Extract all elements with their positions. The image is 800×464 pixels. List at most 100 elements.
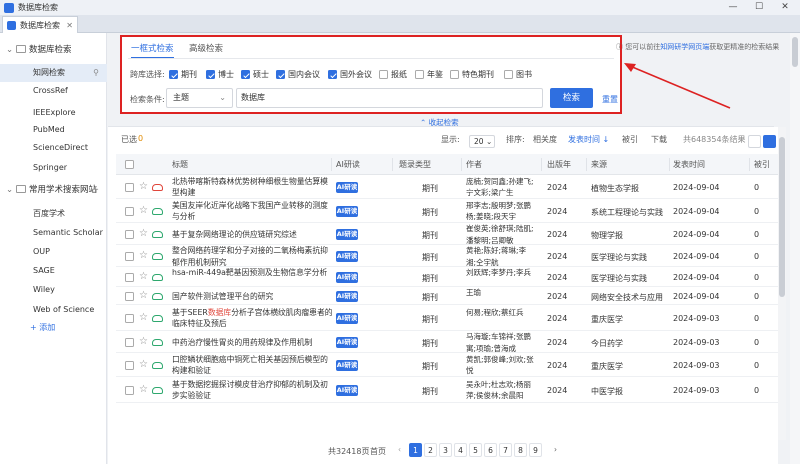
row-title[interactable]: 基于数据挖掘探讨模皮苷治疗抑郁的机制及初步实验验证 <box>172 379 335 402</box>
row-authors[interactable]: 黄艳;陈好;蒋琳;李湘;仝宇航 <box>466 245 536 267</box>
source-checkbox-journal[interactable]: 期刊 <box>169 69 197 80</box>
col-cited[interactable]: 被引 <box>754 154 770 175</box>
row-authors[interactable]: 吴永叶;杜志欢;杨丽萍;侯俊林;余晨阳 <box>466 379 536 405</box>
row-title[interactable]: 国产软件测试管理平台的研究 <box>172 291 335 303</box>
source-checkbox-domestic-conf[interactable]: 国内会议 <box>276 69 320 80</box>
page-button-3[interactable]: 3 <box>439 443 452 457</box>
ai-read-badge[interactable]: AI研读 <box>336 228 358 240</box>
star-icon[interactable]: ☆ <box>139 250 148 261</box>
row-checkbox[interactable] <box>125 251 134 261</box>
page-size-select[interactable]: 20 ⌄ <box>469 135 495 148</box>
row-checkbox[interactable] <box>125 313 134 323</box>
sidebar-item-springer[interactable]: Springer <box>0 159 107 177</box>
ai-read-badge[interactable]: AI研读 <box>336 205 358 217</box>
reset-button[interactable]: 重置 <box>602 94 618 105</box>
row-title[interactable]: 中药治疗慢性胃炎的用药规律及作用机制 <box>172 337 335 349</box>
sort-cited[interactable]: 被引 <box>622 134 638 145</box>
source-checkbox-special-journal[interactable]: 特色期刊 <box>450 69 494 80</box>
star-icon[interactable]: ☆ <box>139 181 148 192</box>
source-checkbox-phd[interactable]: 博士 <box>206 69 234 80</box>
row-title[interactable]: 美国友岸化近岸化战略下我国产业转移的测度与分析 <box>172 200 335 223</box>
cloud-download-icon[interactable] <box>152 361 163 369</box>
row-authors[interactable]: 黄凯;郭俊峰;刘欢;张悦 <box>466 354 536 378</box>
sidebar-section-sites[interactable]: ⌄ 常用学术搜索网站 + <box>0 181 107 199</box>
row-checkbox[interactable] <box>125 385 134 395</box>
cnki-web-link[interactable]: 知网研学网页端 <box>660 43 709 51</box>
star-icon[interactable]: ☆ <box>139 312 148 323</box>
cloud-download-icon[interactable] <box>152 292 163 300</box>
row-title[interactable]: 北热带喀斯特森林优势树种细根生物量估算模型构建 <box>172 176 335 199</box>
add-site-icon[interactable]: + <box>92 181 99 199</box>
row-source[interactable]: 医学理论与实践 <box>591 252 671 263</box>
window-scrollbar[interactable] <box>790 33 800 464</box>
ai-read-badge[interactable]: AI研读 <box>336 250 358 262</box>
close-button[interactable]: ✕ <box>772 0 798 15</box>
sidebar-item-crossref[interactable]: CrossRef <box>0 82 107 100</box>
cloud-download-icon[interactable] <box>152 338 163 346</box>
ai-read-badge[interactable]: AI研读 <box>336 359 358 371</box>
sidebar-item-semantic-scholar[interactable]: Semantic Scholar <box>0 224 107 242</box>
next-page-button[interactable]: › <box>549 443 562 457</box>
row-source[interactable]: 医学理论与实践 <box>591 273 671 284</box>
cloud-download-icon[interactable] <box>152 386 163 394</box>
sidebar-item-oup[interactable]: OUP <box>0 243 107 261</box>
maximize-button[interactable]: ☐ <box>746 0 772 15</box>
minimize-button[interactable]: — <box>720 0 746 15</box>
row-source[interactable]: 物理学报 <box>591 230 671 241</box>
select-all-checkbox[interactable] <box>125 160 134 169</box>
table-row[interactable]: ☆ 基于复杂网络理论的供应链研究综述 AI研读 期刊 崔俊英;徐舒琪;陆肌;潘黎明;吕卿… <box>116 223 778 245</box>
row-checkbox[interactable] <box>125 229 134 239</box>
row-source[interactable]: 重庆医学 <box>591 314 671 325</box>
table-row[interactable]: ☆ hsa-miR-449a靶基因预测及生物信息学分析 AI研读 期刊 刘跃辉;李梦丹;… <box>116 267 778 287</box>
scroll-thumb[interactable] <box>792 37 798 67</box>
sort-date[interactable]: 发表时间 ↓ <box>568 134 609 145</box>
add-site-button[interactable]: + 添加 <box>0 319 107 337</box>
sidebar-item-sciencedirect[interactable]: ScienceDirect <box>0 139 107 157</box>
ai-read-badge[interactable]: AI研读 <box>336 384 358 396</box>
first-page-button[interactable]: 首页 <box>370 446 386 457</box>
row-authors[interactable]: 王瑜 <box>466 287 536 305</box>
page-button-9[interactable]: 9 <box>529 443 542 457</box>
tab-database-search[interactable]: 数据库检索 ✕ <box>2 16 78 33</box>
row-authors[interactable]: 崔俊英;徐舒琪;陆肌;潘黎明;吕卿敏 <box>466 223 536 245</box>
star-icon[interactable]: ☆ <box>139 228 148 239</box>
page-button-5[interactable]: 5 <box>469 443 482 457</box>
sidebar-item-pubmed[interactable]: PubMed <box>0 121 107 139</box>
row-checkbox[interactable] <box>125 337 134 347</box>
table-row[interactable]: ☆ 北热带喀斯特森林优势树种细根生物量估算模型构建 AI研读 期刊 庞楠;贺同鑫;孙建飞… <box>116 175 778 199</box>
star-icon[interactable]: ☆ <box>139 290 148 301</box>
ai-read-badge[interactable]: AI研读 <box>336 181 358 193</box>
star-icon[interactable]: ☆ <box>139 384 148 395</box>
tab-simple-search[interactable]: 一框式检索 <box>131 42 174 59</box>
cloud-download-icon[interactable] <box>152 273 163 281</box>
tab-close-icon[interactable]: ✕ <box>66 21 73 30</box>
page-button-7[interactable]: 7 <box>499 443 512 457</box>
cloud-download-icon[interactable] <box>152 252 163 260</box>
table-row[interactable]: ☆ 中药治疗慢性胃炎的用药规律及作用机制 AI研读 期刊 马海璇;车锦祥;张鹏寓;项瑜;… <box>116 331 778 353</box>
row-source[interactable]: 植物生态学报 <box>591 183 671 194</box>
page-button-8[interactable]: 8 <box>514 443 527 457</box>
field-select[interactable]: 主题 ⌄ <box>166 88 233 108</box>
table-row[interactable]: ☆ 基于数据挖掘探讨模皮苷治疗抑郁的机制及初步实验验证 AI研读 期刊 吴永叶;杜志欢;… <box>116 377 778 403</box>
search-button[interactable]: 检索 <box>550 88 593 108</box>
filter-icon[interactable]: ⚲ <box>93 64 99 82</box>
page-button-6[interactable]: 6 <box>484 443 497 457</box>
row-checkbox[interactable] <box>125 182 134 192</box>
sidebar-item-web-of-science[interactable]: Web of Science <box>0 301 107 319</box>
tab-advanced-search[interactable]: 高级检索 <box>189 42 223 54</box>
page-button-2[interactable]: 2 <box>424 443 437 457</box>
row-title[interactable]: 整合网络药理学和分子对接的二氧杨梅素抗抑郁作用机制研究 <box>172 245 335 268</box>
table-row[interactable]: ☆ 整合网络药理学和分子对接的二氧杨梅素抗抑郁作用机制研究 AI研读 期刊 黄艳;陈好;… <box>116 245 778 267</box>
cloud-download-icon[interactable] <box>152 183 163 191</box>
table-row[interactable]: ☆ 国产软件测试管理平台的研究 AI研读 期刊 王瑜 2024 网络安全技术与应用 2024-… <box>116 287 778 305</box>
scroll-thumb[interactable] <box>779 137 785 297</box>
sidebar-item-cnki[interactable]: 知网检索 ⚲ <box>0 64 107 82</box>
row-title[interactable]: 基于SEER数据库分析子宫体横纹肌肉瘤患者的临床特征及预后 <box>172 307 335 330</box>
list-view-icon[interactable] <box>748 135 761 148</box>
source-checkbox-master[interactable]: 硕士 <box>241 69 269 80</box>
sidebar-item-wiley[interactable]: Wiley <box>0 281 107 299</box>
row-checkbox[interactable] <box>125 291 134 301</box>
source-checkbox-intl-conf[interactable]: 国外会议 <box>328 69 372 80</box>
col-ai[interactable]: AI研读 <box>336 154 360 175</box>
cloud-download-icon[interactable] <box>152 230 163 238</box>
